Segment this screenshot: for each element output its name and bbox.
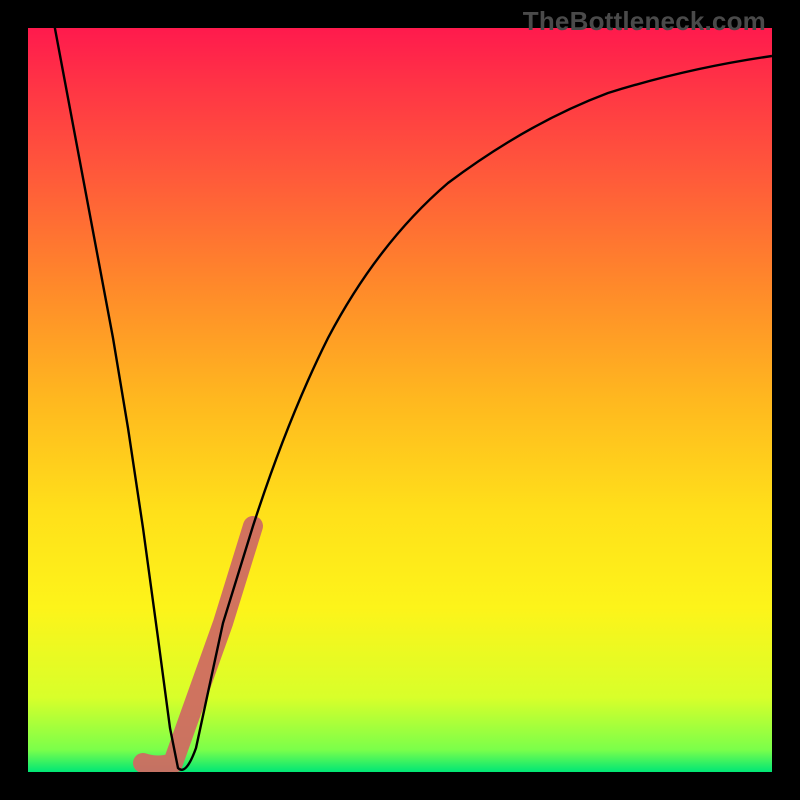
chart-frame: TheBottleneck.com	[0, 0, 800, 800]
plot-area	[28, 28, 772, 772]
chart-svg	[28, 28, 772, 772]
site-credit: TheBottleneck.com	[523, 6, 766, 37]
bottleneck-curve	[53, 28, 772, 770]
